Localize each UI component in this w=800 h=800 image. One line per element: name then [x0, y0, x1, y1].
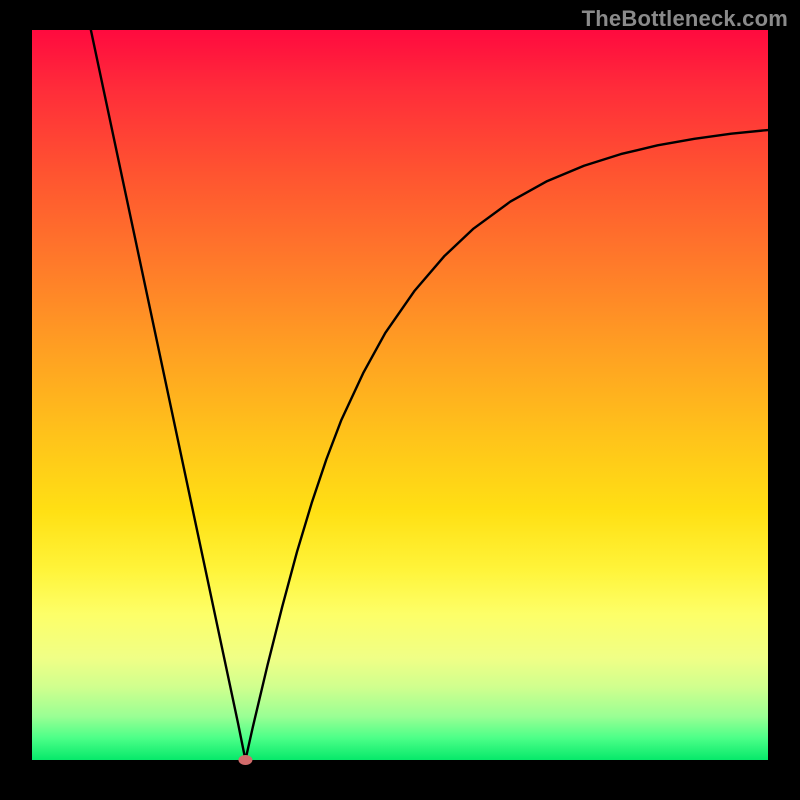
outer-frame: TheBottleneck.com: [0, 0, 800, 800]
bottleneck-curve: [91, 30, 768, 760]
watermark-text: TheBottleneck.com: [582, 6, 788, 32]
minimum-marker: [238, 755, 252, 765]
chart-svg: [32, 30, 768, 760]
chart-plot-area: [32, 30, 768, 760]
